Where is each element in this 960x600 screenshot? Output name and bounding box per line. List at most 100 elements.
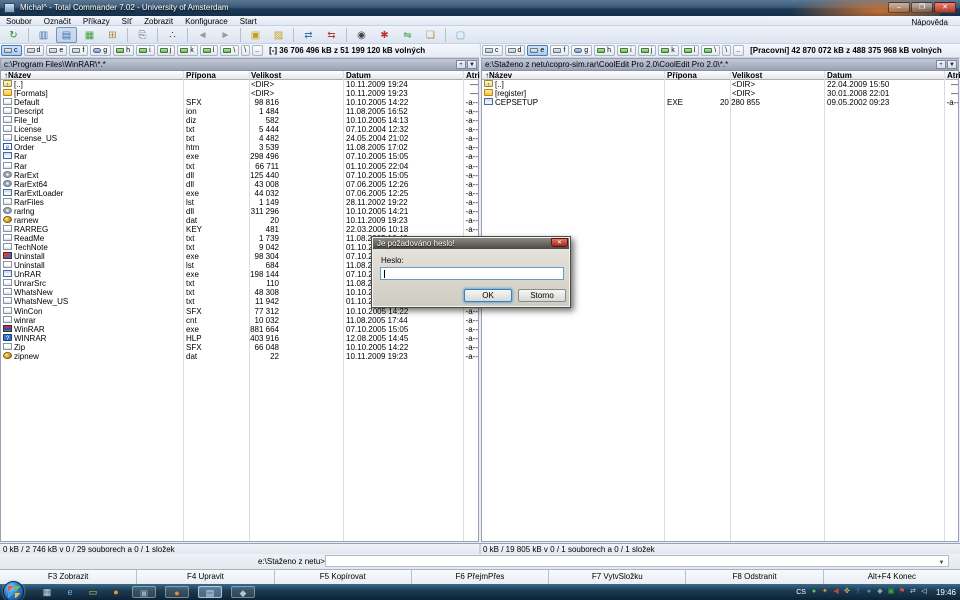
pack-icon[interactable]: ▣	[245, 27, 266, 43]
drive-button-l[interactable]: l	[681, 45, 700, 56]
column-header-attr[interactable]: Atri	[466, 71, 480, 80]
tray-red-icon[interactable]: ◀	[832, 588, 840, 596]
firefox-icon[interactable]: ●	[165, 586, 189, 598]
drive-button-g[interactable]: g	[571, 45, 592, 56]
fkey-button-f7[interactable]: F7 VytvSložku	[549, 570, 686, 584]
file-row[interactable]: License_UStxt4 48224.05.2004 21:02-a--	[1, 134, 478, 143]
command-history-dropdown-icon[interactable]: ▼	[937, 558, 946, 569]
drive-button-k[interactable]: k	[177, 45, 198, 56]
file-row[interactable]: ↑[..]<DIR>10.11.2009 19:24—	[1, 80, 478, 89]
drive-button-l[interactable]: l	[200, 45, 219, 56]
footsteps-icon[interactable]: ∴	[162, 27, 183, 43]
file-row[interactable]: RarExtdll125 44007.10.2005 15:05-a--	[1, 171, 478, 180]
storno-button[interactable]: Storno	[518, 289, 566, 302]
full-view-icon[interactable]: ▤	[56, 27, 77, 43]
file-row[interactable]: RARREGKEY48122.03.2006 10:18-a--	[1, 225, 478, 234]
file-row[interactable]: rarlngdll311 29610.10.2005 14:21-a--	[1, 207, 478, 216]
fkey-button-f8[interactable]: F8 Odstranit	[686, 570, 823, 584]
forward-icon[interactable]: ►	[215, 27, 236, 43]
fkey-button-f5[interactable]: F5 Kopírovat	[275, 570, 412, 584]
tray-facebook-icon[interactable]: f	[854, 588, 862, 596]
tray-green-icon[interactable]: ●	[810, 588, 818, 596]
language-indicator[interactable]: CS	[796, 589, 806, 596]
notepad-icon[interactable]: ▢	[450, 27, 471, 43]
maximize-button[interactable]: ❐	[911, 2, 933, 13]
panel-path-bar[interactable]: c:\Program Files\WinRAR\*.*+▼	[1, 59, 478, 71]
refresh-icon[interactable]: ↻	[3, 27, 24, 43]
taskbar-app2-icon[interactable]: ▣	[132, 586, 156, 598]
tray-flame-icon[interactable]: ✦	[821, 588, 829, 596]
brief-view-icon[interactable]: ▥	[33, 27, 54, 43]
file-row[interactable]: RarFileslst1 14928.11.2002 19:22-a--	[1, 198, 478, 207]
minimize-button[interactable]: –	[888, 2, 910, 13]
taskbar-clock[interactable]: 19:46	[936, 588, 956, 597]
fkey-button-f4[interactable]: F4 Upravit	[137, 570, 274, 584]
file-row[interactable]: RarExtLoaderexe44 03207.06.2005 12:25-a-…	[1, 189, 478, 198]
drive-button-\[interactable]: \	[701, 45, 720, 56]
drive-button-e[interactable]: e	[527, 45, 548, 56]
drive-button-d[interactable]: d	[505, 45, 526, 56]
column-header-date[interactable]: Datum	[346, 71, 371, 80]
file-row[interactable]: ↑[..]<DIR>22.04.2009 15:50—	[482, 80, 958, 89]
drive-button-d[interactable]: d	[24, 45, 45, 56]
file-row[interactable]: ?WINRARHLP403 91612.08.2005 14:45-a--	[1, 334, 478, 343]
history-dropdown-button[interactable]: ▼	[947, 60, 957, 69]
tray-gray-icon[interactable]: ◆	[876, 588, 884, 596]
column-header-size[interactable]: Velikost	[251, 71, 281, 80]
back-icon[interactable]: ◄	[192, 27, 213, 43]
drive-button-h[interactable]: h	[594, 45, 615, 56]
column-header-name[interactable]: ↑Název	[4, 71, 31, 80]
drive-button-..[interactable]: ..	[252, 45, 263, 56]
file-row[interactable]: Description1 48411.08.2005 16:52-a--	[1, 107, 478, 116]
drive-button-k[interactable]: k	[658, 45, 679, 56]
sync-dirs-icon[interactable]: ⇋	[397, 27, 418, 43]
thumbnails-view-icon[interactable]: ▦	[79, 27, 100, 43]
drive-button-c[interactable]: c	[1, 45, 22, 56]
add-tab-button[interactable]: +	[936, 60, 946, 69]
file-row[interactable]: rarnewdat2010.11.2009 19:23-a--	[1, 216, 478, 225]
column-header-size[interactable]: Velikost	[732, 71, 762, 80]
taskbar-app1-icon[interactable]: ▦	[40, 586, 54, 598]
file-row[interactable]: Rarexe298 49607.10.2005 15:05-a--	[1, 152, 478, 161]
drive-button-..[interactable]: ..	[733, 45, 744, 56]
fkey-button-alt+f4[interactable]: Alt+F4 Konec	[824, 570, 960, 584]
drive-button-i[interactable]: i	[136, 45, 155, 56]
add-tab-button[interactable]: +	[456, 60, 466, 69]
drive-button-\[interactable]: \	[220, 45, 239, 56]
file-row[interactable]: winrarcnt10 03211.08.2005 17:44-a--	[1, 316, 478, 325]
unpack-icon[interactable]: ▨	[268, 27, 289, 43]
tray-flag-icon[interactable]: ⚑	[898, 588, 906, 596]
media-player-icon[interactable]: ●	[109, 586, 123, 598]
file-row[interactable]: Licensetxt5 44407.10.2004 12:32-a--	[1, 125, 478, 134]
tray-wand-icon[interactable]: ✜	[843, 588, 851, 596]
file-row[interactable]: eOrderhtm3 53911.08.2005 17:02-a--	[1, 143, 478, 152]
total-commander-icon[interactable]: ▤	[198, 586, 222, 598]
search-icon[interactable]: ◉	[351, 27, 372, 43]
ok-button[interactable]: OK	[464, 289, 512, 302]
explorer-folder-icon[interactable]: ▭	[86, 586, 100, 598]
file-row[interactable]: zipnewdat2210.11.2009 19:23-a--	[1, 352, 478, 361]
quick-view-icon[interactable]: ⎘	[132, 27, 153, 43]
tree-view-icon[interactable]: ⊞	[102, 27, 123, 43]
close-button[interactable]: ✕	[934, 2, 956, 13]
column-header-date[interactable]: Datum	[827, 71, 852, 80]
file-row[interactable]: DefaultSFX98 81610.10.2005 14:22-a--	[1, 98, 478, 107]
tray-loop-icon[interactable]: ⇄	[909, 588, 917, 596]
drive-button-\[interactable]: \	[722, 45, 731, 56]
drive-button-j[interactable]: j	[157, 45, 176, 56]
windows-start-orb[interactable]	[3, 581, 24, 600]
fkey-button-f6[interactable]: F6 PřejmPřes	[412, 570, 549, 584]
panel-path-bar[interactable]: e:\Staženo z netu\copro-sim.rar\CoolEdit…	[482, 59, 958, 71]
file-row[interactable]: CEPSETUPEXE20 280 85509.05.2002 09:23-a-…	[482, 98, 958, 107]
column-header-ext[interactable]: Přípona	[186, 71, 216, 80]
file-row[interactable]: RarExt64dll43 00807.06.2005 12:26-a--	[1, 180, 478, 189]
drive-button-f[interactable]: f	[69, 45, 88, 56]
column-header-ext[interactable]: Přípona	[667, 71, 697, 80]
tray-speaker-icon[interactable]: ◁	[920, 588, 928, 596]
copy-to-clipboard-icon[interactable]: ❏	[420, 27, 441, 43]
file-row[interactable]: [register]<DIR>30.01.2008 22:01—	[482, 89, 958, 98]
multi-rename-icon[interactable]: ✱	[374, 27, 395, 43]
drive-button-h[interactable]: h	[113, 45, 134, 56]
file-row[interactable]: Rartxt66 71101.10.2005 22:04-a--	[1, 162, 478, 171]
dialog-close-icon[interactable]: ✕	[551, 238, 568, 247]
